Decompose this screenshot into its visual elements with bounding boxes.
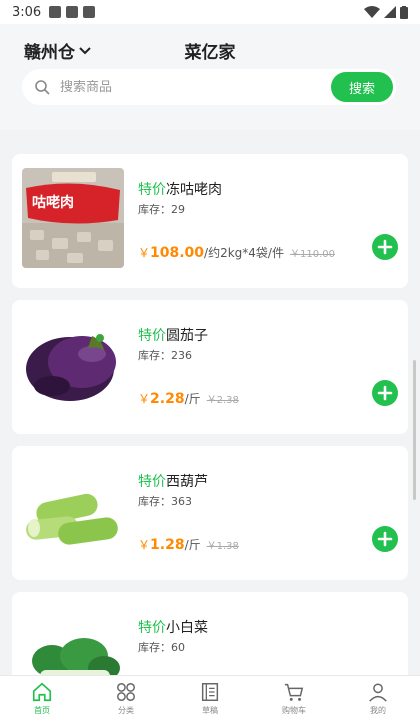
notification-icon: [49, 6, 62, 18]
tab-category[interactable]: 分类: [84, 676, 168, 720]
search-icon: [35, 80, 50, 95]
search-bar: 搜索: [22, 69, 396, 105]
product-card[interactable]: 特价小白菜 库存：60: [12, 592, 408, 675]
plus-icon: [377, 239, 393, 255]
product-price: 108.00: [150, 245, 205, 261]
special-tag: 特价: [138, 474, 166, 490]
product-name-line: 特价圆茄子: [138, 325, 208, 345]
bottom-tab-bar: 首页 分类 草稿 购物车 我的: [0, 675, 420, 720]
tab-draft[interactable]: 草稿: [168, 676, 252, 720]
tab-label: 我的: [370, 705, 386, 715]
scrollbar[interactable]: [413, 360, 416, 500]
notification-icon: [66, 6, 79, 18]
product-stock: 库存：236: [138, 349, 192, 362]
product-unit: /约2kg*4袋/件: [204, 246, 284, 260]
profile-icon: [369, 682, 387, 702]
signal-icon: [384, 6, 396, 18]
product-stock: 库存：29: [138, 203, 185, 216]
tab-label: 购物车: [282, 705, 306, 715]
price-line: ￥1.28/斤 ￥1.38: [138, 536, 239, 553]
product-card[interactable]: 特价圆茄子 库存：236 ￥2.28/斤 ￥2.38: [12, 300, 408, 434]
product-image: [22, 606, 124, 675]
original-price: ￥1.38: [206, 541, 239, 552]
category-icon: [117, 682, 135, 701]
product-name: 冻咕咾肉: [166, 182, 222, 198]
status-bar: 3:06: [0, 0, 420, 24]
special-tag: 特价: [138, 328, 166, 344]
original-price: ￥110.00: [289, 249, 335, 260]
product-card[interactable]: 特价西葫芦 库存：363 ￥1.28/斤 ￥1.38: [12, 446, 408, 580]
add-to-cart-button[interactable]: [372, 526, 398, 552]
product-image-label: 咕咾肉: [32, 195, 74, 211]
original-price: ￥2.38: [206, 395, 239, 406]
special-tag: 特价: [138, 182, 166, 198]
product-stock: 库存：60: [138, 641, 185, 654]
product-name-line: 特价冻咕咾肉: [138, 179, 222, 199]
tab-label: 首页: [34, 705, 50, 715]
plus-icon: [377, 531, 393, 547]
tab-label: 分类: [118, 705, 134, 715]
tab-profile[interactable]: 我的: [336, 676, 420, 720]
price-line: ￥108.00/约2kg*4袋/件 ￥110.00: [138, 244, 335, 261]
product-image: [22, 314, 124, 414]
home-icon: [32, 682, 52, 701]
product-name-line: 特价西葫芦: [138, 471, 208, 491]
draft-icon: [201, 682, 219, 701]
currency-symbol: ￥: [138, 246, 151, 260]
special-tag: 特价: [138, 620, 166, 636]
tab-home[interactable]: 首页: [0, 676, 84, 720]
add-to-cart-button[interactable]: [372, 380, 398, 406]
notification-icon: [83, 6, 96, 18]
header: 赣州仓 菜亿家 搜索: [0, 24, 420, 130]
plus-icon: [377, 385, 393, 401]
search-button[interactable]: 搜索: [331, 72, 393, 102]
product-card[interactable]: 咕咾肉 特价冻咕咾肉 库存：29 ￥108.00/约2kg*4袋/件 ￥110.0…: [12, 154, 408, 288]
product-unit: /斤: [184, 538, 201, 552]
add-to-cart-button[interactable]: [372, 234, 398, 260]
price-line: ￥2.28/斤 ￥2.38: [138, 390, 239, 407]
product-list[interactable]: 咕咾肉 特价冻咕咾肉 库存：29 ￥108.00/约2kg*4袋/件 ￥110.0…: [0, 130, 420, 675]
warehouse-label: 赣州仓: [24, 43, 75, 63]
product-stock: 库存：363: [138, 495, 192, 508]
product-image: 咕咾肉: [22, 168, 124, 268]
tab-label: 草稿: [202, 705, 218, 715]
product-name: 小白菜: [166, 620, 208, 636]
warehouse-selector[interactable]: 赣州仓: [24, 38, 91, 63]
product-name: 圆茄子: [166, 328, 208, 344]
wifi-icon: [364, 6, 380, 18]
currency-symbol: ￥: [138, 392, 151, 406]
product-price: 2.28: [150, 391, 185, 407]
tab-cart[interactable]: 购物车: [252, 676, 336, 720]
battery-icon: [400, 5, 408, 19]
cart-icon: [284, 683, 304, 701]
product-price: 1.28: [150, 537, 185, 553]
product-unit: /斤: [184, 392, 201, 406]
status-time: 3:06: [12, 4, 42, 20]
chevron-down-icon: [79, 46, 91, 54]
product-name-line: 特价小白菜: [138, 617, 208, 637]
product-image: [22, 460, 124, 560]
product-name: 西葫芦: [166, 474, 208, 490]
search-input[interactable]: [60, 79, 331, 95]
currency-symbol: ￥: [138, 538, 151, 552]
